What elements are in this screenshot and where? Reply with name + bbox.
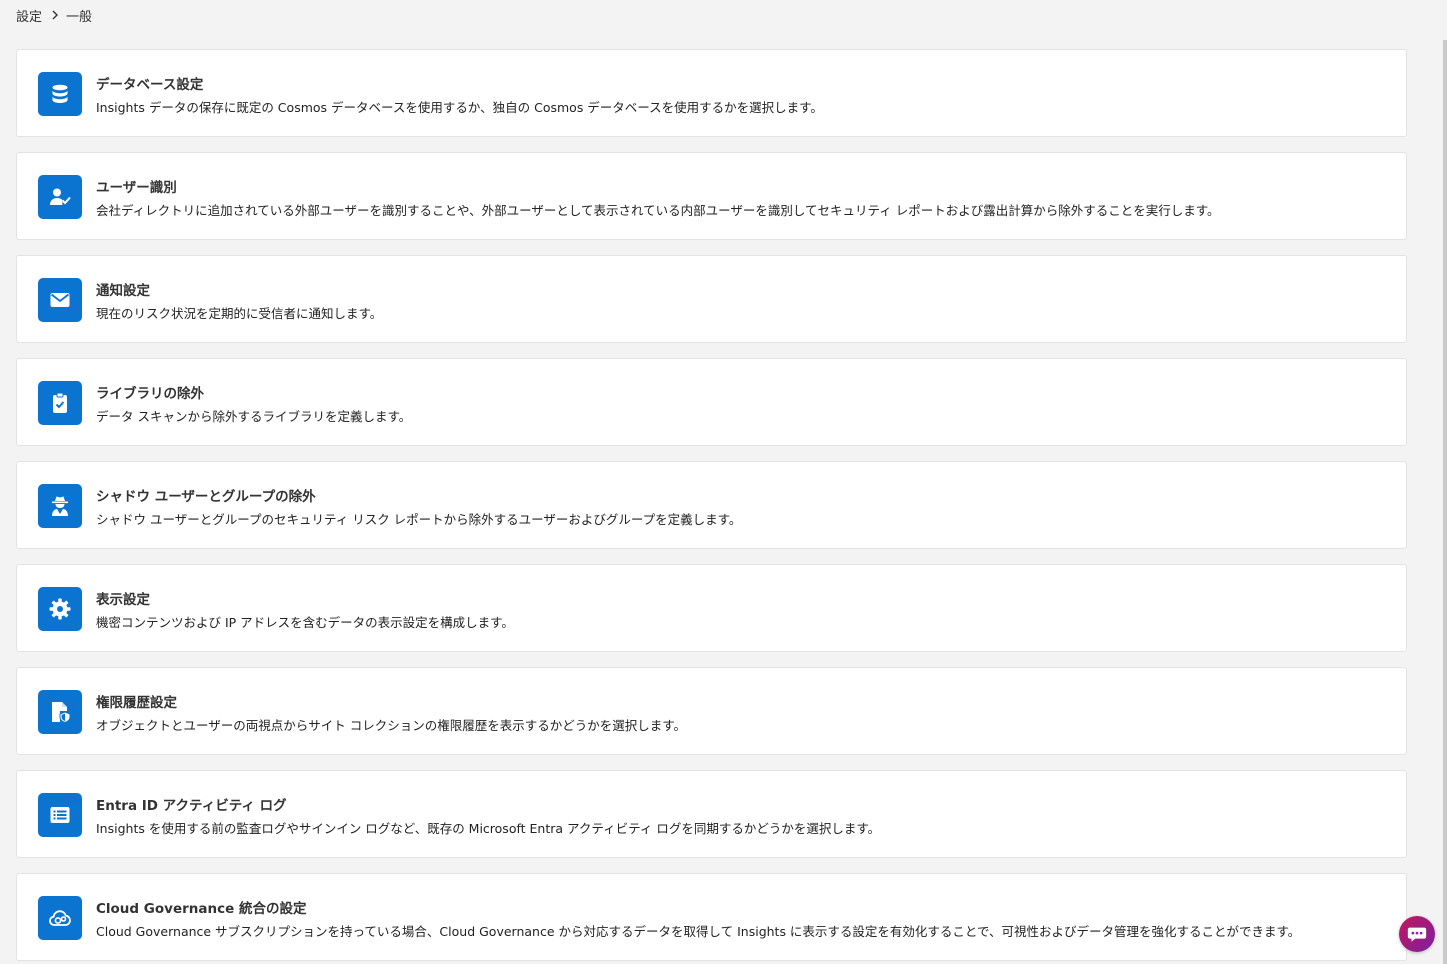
card-description: 現在のリスク状況を定期的に受信者に通知します。 [96, 306, 383, 321]
card-description: オブジェクトとユーザーの両視点からサイト コレクションの権限履歴を表示するかどう… [96, 718, 686, 733]
chevron-right-icon [51, 10, 59, 20]
entra-id-activity-log-card[interactable]: Entra ID アクティビティ ログ Insights を使用する前の監査ログ… [16, 770, 1407, 858]
card-title: Entra ID アクティビティ ログ [96, 798, 287, 814]
card-description: 機密コンテンツおよび IP アドレスを含むデータの表示設定を構成します。 [96, 615, 514, 630]
display-settings-card[interactable]: 表示設定 機密コンテンツおよび IP アドレスを含むデータの表示設定を構成します… [16, 564, 1407, 652]
card-description: データ スキャンから除外するライブラリを定義します。 [96, 409, 412, 424]
card-description: Insights データの保存に既定の Cosmos データベースを使用するか、… [96, 100, 823, 115]
breadcrumb-settings-link[interactable]: 設定 [16, 6, 42, 25]
card-description: 会社ディレクトリに追加されている外部ユーザーを識別することや、外部ユーザーとして… [96, 203, 1220, 218]
permission-history-card[interactable]: 権限履歴設定 オブジェクトとユーザーの両視点からサイト コレクションの権限履歴を… [16, 667, 1407, 755]
library-exclusion-card[interactable]: ライブラリの除外 データ スキャンから除外するライブラリを定義します。 [16, 358, 1407, 446]
user-check-icon [38, 175, 82, 219]
database-icon [38, 72, 82, 116]
settings-card-list: データベース設定 Insights データの保存に既定の Cosmos データベ… [16, 49, 1407, 964]
breadcrumb: 設定 一般 [16, 6, 93, 25]
chat-bubble-icon [1406, 923, 1428, 945]
card-title: シャドウ ユーザーとグループの除外 [96, 489, 316, 505]
card-title: 権限履歴設定 [96, 695, 177, 711]
chat-assistant-button[interactable] [1399, 916, 1435, 952]
general-settings-page: 設定 一般 データベース設定 Insights データの保存に既定の Cosmo… [0, 0, 1447, 964]
card-title: ライブラリの除外 [96, 386, 204, 402]
clipboard-check-icon [38, 381, 82, 425]
database-settings-card[interactable]: データベース設定 Insights データの保存に既定の Cosmos データベ… [16, 49, 1407, 137]
card-title: ユーザー識別 [96, 180, 177, 196]
cloud-gear-icon [38, 896, 82, 940]
card-title: データベース設定 [96, 77, 204, 93]
list-icon [38, 793, 82, 837]
card-title: 表示設定 [96, 592, 150, 608]
envelope-icon [38, 278, 82, 322]
card-description: Cloud Governance サブスクリプションを持っている場合、Cloud… [96, 924, 1301, 939]
cloud-governance-integration-card[interactable]: Cloud Governance 統合の設定 Cloud Governance … [16, 873, 1407, 961]
gear-icon [38, 587, 82, 631]
breadcrumb-current: 一般 [66, 9, 93, 25]
vertical-scrollbar[interactable] [1443, 40, 1447, 964]
card-title: 通知設定 [96, 283, 150, 299]
card-description: Insights を使用する前の監査ログやサインイン ログなど、既存の Micr… [96, 821, 881, 836]
card-description: シャドウ ユーザーとグループのセキュリティ リスク レポートから除外するユーザー… [96, 512, 742, 527]
shadow-user-exclusion-card[interactable]: シャドウ ユーザーとグループの除外 シャドウ ユーザーとグループのセキュリティ … [16, 461, 1407, 549]
user-secret-icon [38, 484, 82, 528]
user-identification-card[interactable]: ユーザー識別 会社ディレクトリに追加されている外部ユーザーを識別することや、外部… [16, 152, 1407, 240]
file-shield-icon [38, 690, 82, 734]
card-title: Cloud Governance 統合の設定 [96, 901, 307, 917]
notification-settings-card[interactable]: 通知設定 現在のリスク状況を定期的に受信者に通知します。 [16, 255, 1407, 343]
